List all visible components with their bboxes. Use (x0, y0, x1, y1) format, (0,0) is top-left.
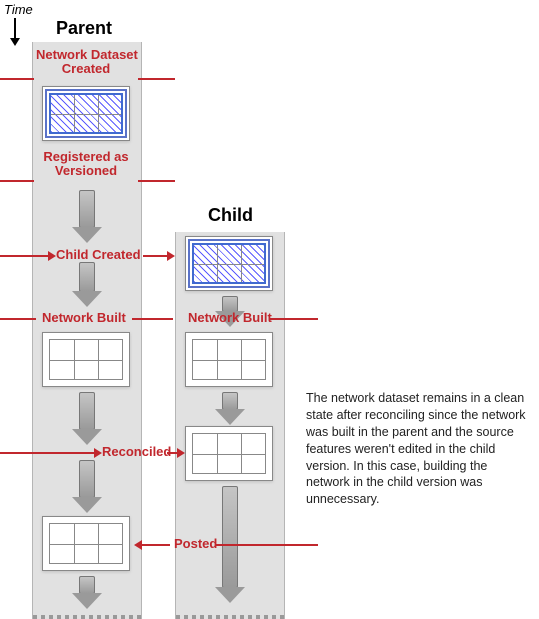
parent-arrow-5 (79, 576, 95, 594)
label-child-created: Child Created (56, 247, 141, 262)
label-posted: Posted (174, 536, 217, 551)
child-grid-dirty (185, 236, 273, 291)
parent-arrow-3 (79, 392, 95, 430)
line-reconciled-right (167, 452, 177, 454)
label-registered-versioned: Registered asVersioned (40, 150, 132, 177)
parent-arrow-1 (79, 190, 95, 228)
child-grid-reconciled (185, 426, 273, 481)
parent-arrow-4 (79, 460, 95, 498)
child-grid-clean-1 (185, 332, 273, 387)
line-child-created-left (0, 255, 48, 257)
time-axis-label: Time (4, 2, 33, 17)
parent-arrow-2 (79, 262, 95, 292)
line-child-created-mid (143, 255, 167, 257)
time-axis-arrow (14, 18, 16, 42)
parent-header: Parent (56, 18, 112, 39)
parent-grid-dirty-1 (42, 86, 130, 141)
label-network-built-parent: Network Built (42, 310, 126, 325)
child-header: Child (208, 205, 253, 226)
parent-grid-clean-1 (42, 332, 130, 387)
line-posted-right (216, 544, 318, 546)
line-nb-between (132, 318, 173, 320)
parent-grid-posted (42, 516, 130, 571)
line-posted-left (142, 544, 170, 546)
line-nb-child (270, 318, 318, 320)
line-rv-left (0, 180, 34, 182)
line-nb-parent (0, 318, 36, 320)
line-ndc-left (0, 78, 34, 80)
line-ndc-right (138, 78, 175, 80)
label-reconciled: Reconciled (102, 444, 171, 459)
label-network-dataset-created: Network DatasetCreated (36, 48, 136, 75)
line-rv-right (138, 180, 175, 182)
label-network-built-child: Network Built (188, 310, 272, 325)
child-arrow-3 (222, 486, 238, 588)
child-arrow-2 (222, 392, 238, 410)
line-reconciled-left (0, 452, 94, 454)
explanation-text: The network dataset remains in a clean s… (306, 390, 530, 508)
